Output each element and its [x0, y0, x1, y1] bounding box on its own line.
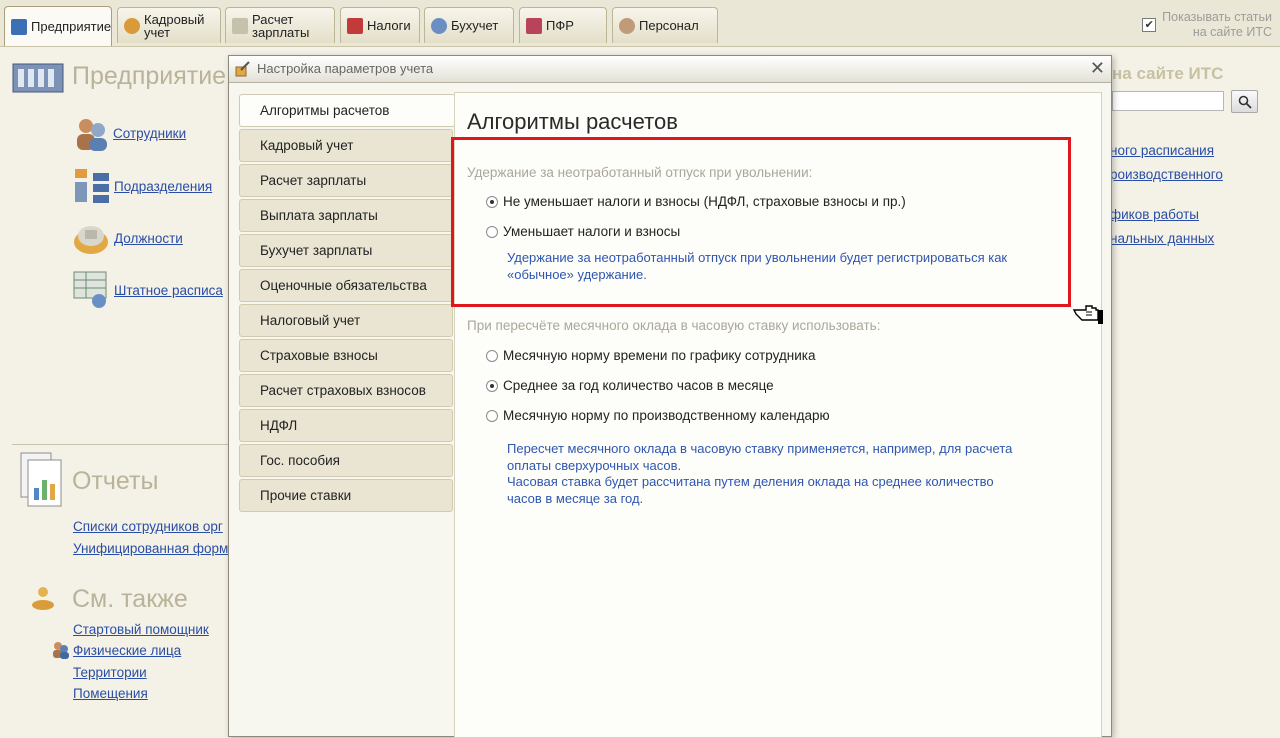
close-icon[interactable]: ✕ — [1090, 58, 1105, 78]
nav-item-estimated-liabilities[interactable]: Оценочные обязательства — [239, 269, 453, 302]
nav-item-payroll[interactable]: Расчет зарплаты — [239, 164, 453, 197]
taxes-icon — [347, 17, 363, 34]
radio-tax-reduction[interactable]: Уменьшает налоги и взносы — [486, 224, 680, 239]
search-icon — [1238, 95, 1252, 109]
tab-hr[interactable]: Кадровый учет — [117, 7, 221, 43]
reports-section-title: Отчеты — [72, 467, 159, 495]
enterprise-section-icon — [12, 63, 64, 93]
tab-label: Персонал — [639, 18, 699, 33]
radio-label: Среднее за год количество часов в месяце — [503, 378, 774, 393]
nav-item-hr-accounting[interactable]: Кадровый учет — [239, 129, 453, 162]
radio-average-hours[interactable]: Среднее за год количество часов в месяце — [486, 378, 774, 393]
radio-label: Уменьшает налоги и взносы — [503, 224, 681, 239]
positions-link[interactable]: Должности — [114, 231, 183, 246]
vacation-deduction-note: Удержание за неотработанный отпуск при у… — [507, 250, 1008, 282]
accountant-icon — [431, 17, 447, 34]
individuals-icon — [53, 642, 69, 659]
see-also-link-premises[interactable]: Помещения — [73, 686, 148, 701]
tab-label: Кадровый учет — [144, 11, 205, 40]
its-articles-checkbox[interactable]: ✔ — [1142, 18, 1157, 32]
tab-pfr[interactable]: ПФР — [519, 7, 607, 43]
reports-section-icon — [20, 452, 62, 507]
person-icon — [619, 17, 635, 34]
settings-nav: Алгоритмы расчетов Кадровый учет Расчет … — [239, 94, 455, 734]
enterprise-section-title: Предприятие — [72, 62, 227, 90]
radio-button[interactable] — [486, 379, 498, 392]
report-link-unified-forms[interactable]: Унифицированная форм — [73, 541, 228, 556]
radio-label: Месячную норму по производственному кале… — [503, 408, 830, 423]
people-icon — [124, 17, 140, 34]
its-panel-title: на сайте ИТС — [1112, 64, 1224, 83]
see-also-section-title: См. также — [72, 585, 188, 613]
staff-schedule-link[interactable]: Штатное расписа — [114, 283, 223, 298]
radio-button[interactable] — [486, 409, 498, 422]
tab-personnel[interactable]: Персонал — [612, 7, 718, 43]
dialog-titlebar[interactable]: Настройка параметров учета ✕ — [229, 56, 1111, 83]
nav-item-payroll-accounting[interactable]: Бухучет зарплаты — [239, 234, 453, 267]
content-title: Алгоритмы расчетов — [467, 109, 678, 134]
dialog-title: Настройка параметров учета — [257, 61, 434, 76]
tab-label: Расчет зарплаты — [252, 11, 310, 40]
enterprise-icon — [11, 18, 27, 35]
radio-button[interactable] — [486, 195, 498, 208]
settings-icon — [235, 61, 250, 77]
settings-content: Алгоритмы расчетов Удержание за неотрабо… — [454, 92, 1102, 738]
tab-payroll[interactable]: Расчет зарплаты — [225, 7, 335, 43]
tab-enterprise[interactable]: Предприятие — [4, 6, 112, 46]
its-link-personal-data[interactable]: нальных данных — [1110, 231, 1214, 246]
section-divider — [12, 444, 228, 445]
tab-label: ПФР — [546, 18, 574, 33]
departments-icon — [75, 169, 109, 203]
see-also-link-territories[interactable]: Территории — [73, 665, 147, 680]
radio-production-calendar-norm[interactable]: Месячную норму по производственному кале… — [486, 408, 830, 423]
report-link-employee-lists[interactable]: Списки сотрудников орг — [73, 519, 223, 534]
its-search-input[interactable] — [1112, 91, 1224, 111]
radio-button[interactable] — [486, 225, 498, 238]
nav-item-calculation-algorithms[interactable]: Алгоритмы расчетов — [239, 94, 455, 127]
radio-employee-schedule-norm[interactable]: Месячную норму времени по графику сотруд… — [486, 348, 815, 363]
tab-label: Предприятие — [31, 19, 112, 34]
positions-icon — [74, 226, 108, 254]
staff-schedule-icon — [73, 271, 107, 308]
radio-label: Месячную норму времени по графику сотруд… — [503, 348, 816, 363]
its-articles-label: Показывать статьи на сайте ИТС — [1162, 10, 1272, 39]
hourly-rate-label: При пересчёте месячного оклада в часовую… — [467, 318, 881, 333]
see-also-section-icon — [32, 587, 54, 610]
nav-item-salary-payment[interactable]: Выплата зарплаты — [239, 199, 453, 232]
vacation-deduction-label: Удержание за неотработанный отпуск при у… — [467, 165, 813, 180]
nav-item-contributions-calculation[interactable]: Расчет страховых взносов — [239, 374, 453, 407]
nav-item-state-benefits[interactable]: Гос. пособия — [239, 444, 453, 477]
see-also-link-individuals[interactable]: Физические лица — [73, 643, 181, 658]
employees-link[interactable]: Сотрудники — [113, 126, 186, 141]
its-link-work-schedules[interactable]: фиков работы — [1110, 207, 1199, 222]
radio-label: Не уменьшает налоги и взносы (НДФЛ, стра… — [503, 194, 906, 209]
its-link-production[interactable]: роизводственного — [1110, 167, 1223, 182]
nav-item-ndfl[interactable]: НДФЛ — [239, 409, 453, 442]
employees-icon — [77, 119, 107, 151]
accounting-settings-dialog: Настройка параметров учета ✕ Алгоритмы р… — [228, 55, 1112, 738]
tab-label: Бухучет — [451, 18, 499, 33]
its-search-button[interactable] — [1231, 90, 1258, 113]
its-articles-toggle[interactable]: ✔ Показывать статьи на сайте ИТС — [1142, 10, 1272, 40]
nav-item-insurance-contributions[interactable]: Страховые взносы — [239, 339, 453, 372]
departments-link[interactable]: Подразделения — [114, 179, 212, 194]
document-icon — [232, 17, 248, 34]
radio-button[interactable] — [486, 349, 498, 362]
tab-accounting[interactable]: Бухучет — [424, 7, 514, 43]
see-also-link-start-assistant[interactable]: Стартовый помощник — [73, 622, 209, 637]
radio-no-tax-reduction[interactable]: Не уменьшает налоги и взносы (НДФЛ, стра… — [486, 194, 906, 209]
hand-cursor-icon — [1072, 305, 1103, 324]
nav-item-other-rates[interactable]: Прочие ставки — [239, 479, 453, 512]
nav-item-tax-accounting[interactable]: Налоговый учет — [239, 304, 453, 337]
hourly-rate-note: Пересчет месячного оклада в часовую став… — [507, 441, 1013, 506]
its-link-staff-schedule[interactable]: ного расписания — [1110, 143, 1214, 158]
tab-label: Налоги — [367, 18, 411, 33]
tab-taxes[interactable]: Налоги — [340, 7, 420, 43]
pfr-icon — [526, 17, 542, 34]
section-tabbar: Предприятие Кадровый учет Расчет зарплат… — [0, 0, 1280, 47]
